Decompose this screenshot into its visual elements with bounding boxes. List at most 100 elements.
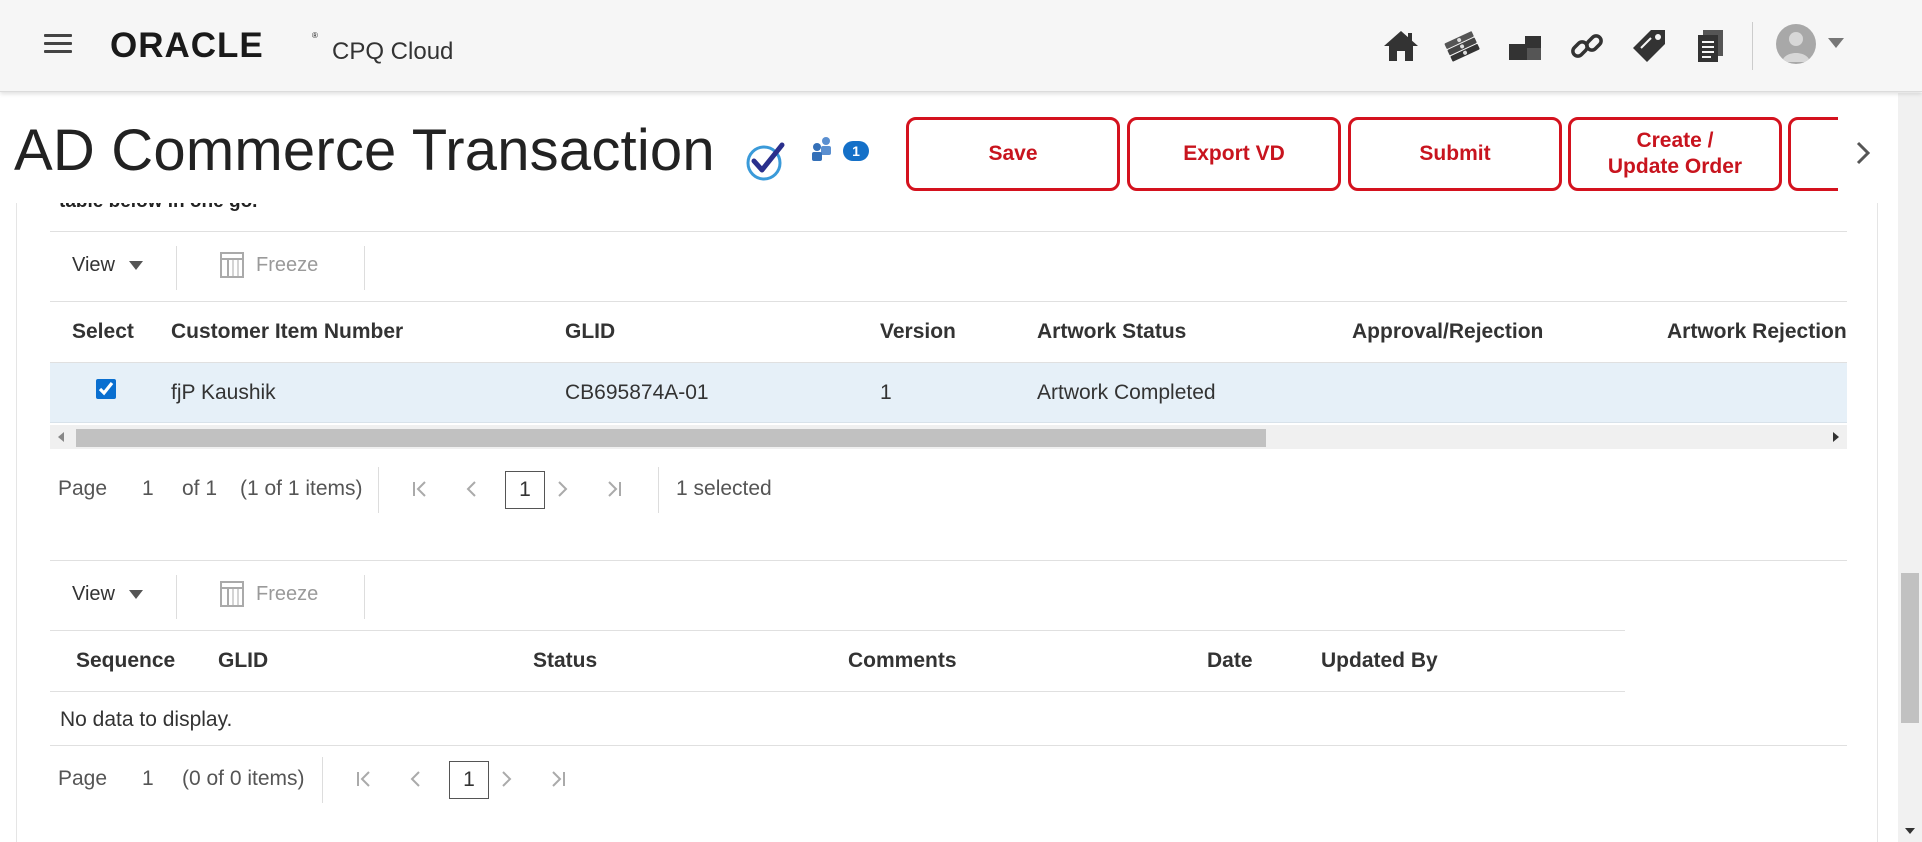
page-title: AD Commerce Transaction <box>14 118 715 183</box>
overflow-action-button-clip <box>1788 117 1838 191</box>
column-header-version[interactable]: Version <box>880 320 956 344</box>
column-header-glid[interactable]: GLID <box>218 649 268 673</box>
toolbar-divider <box>364 575 365 619</box>
table2-freeze-button[interactable]: Freeze <box>220 581 318 607</box>
table1-horizontal-scrollbar[interactable] <box>50 425 1847 449</box>
freeze-label: Freeze <box>256 582 319 605</box>
selected-count-label: 1 selected <box>676 477 772 500</box>
more-action-button[interactable] <box>1788 117 1838 191</box>
create-update-order-button[interactable]: Create / Update Order <box>1568 117 1782 191</box>
topbar-divider <box>1752 22 1753 70</box>
page-total-label: of 1 <box>182 477 218 500</box>
no-data-message: No data to display. <box>60 708 233 731</box>
table2-empty-row: No data to display. <box>50 692 1847 746</box>
table1-view-menu[interactable]: View <box>72 254 143 277</box>
pager-divider <box>322 757 323 803</box>
page-label: Page <box>58 477 108 500</box>
chevron-down-icon <box>129 590 143 599</box>
create-update-order-label-line1: Create / <box>1636 129 1714 152</box>
table1-toolbar: View Freeze <box>50 231 1847 301</box>
chevron-down-icon <box>129 261 143 270</box>
documents-icon[interactable] <box>1680 24 1742 68</box>
money-icon[interactable] <box>1432 24 1494 68</box>
toolbar-divider <box>176 246 177 290</box>
hamburger-menu-icon[interactable] <box>44 34 72 56</box>
column-header-artwork-rejection[interactable]: Artwork Rejection <box>1667 320 1847 344</box>
svg-text:ORACLE: ORACLE <box>110 28 264 62</box>
table2-header: Sequence GLID Status Comments Date Updat… <box>50 630 1625 692</box>
table-row[interactable]: fjP Kaushik CB695874A-01 1 Artwork Compl… <box>50 363 1847 423</box>
table2-view-menu[interactable]: View <box>72 583 143 606</box>
column-header-status[interactable]: Status <box>533 649 597 673</box>
pager-divider <box>378 467 379 513</box>
price-tag-icon[interactable] <box>1618 24 1680 68</box>
last-page-icon[interactable] <box>546 765 570 793</box>
top-nav-icons <box>1370 24 1742 68</box>
page-header: AD Commerce Transaction 1 Save Export VD… <box>0 93 1898 203</box>
toolbar-divider <box>364 246 365 290</box>
view-label: View <box>72 583 115 605</box>
notification-count-badge[interactable]: 1 <box>843 141 869 161</box>
top-bar: ORACLE ® CPQ Cloud <box>0 0 1922 92</box>
oracle-logo[interactable]: ORACLE ® <box>110 28 320 62</box>
view-label: View <box>72 254 115 276</box>
cell-artwork-status: Artwork Completed <box>1037 381 1216 404</box>
checkmark-status-icon <box>746 142 785 181</box>
last-page-icon[interactable] <box>602 475 626 503</box>
previous-page-icon[interactable] <box>460 475 484 503</box>
freeze-columns-icon <box>220 252 244 278</box>
export-vd-button[interactable]: Export VD <box>1127 117 1341 191</box>
table1-header: Select Customer Item Number GLID Version… <box>50 301 1847 363</box>
column-header-sequence[interactable]: Sequence <box>76 649 175 673</box>
table1-pager: Page 1 of 1 (1 of 1 items) 1 1 selected <box>50 461 1847 517</box>
items-count-label: (1 of 1 items) <box>240 477 363 500</box>
link-icon[interactable] <box>1556 24 1618 68</box>
scrollbar-thumb[interactable] <box>1901 573 1919 723</box>
boxes-icon[interactable] <box>1494 24 1556 68</box>
product-name: CPQ Cloud <box>332 38 454 65</box>
svg-text:®: ® <box>312 31 318 40</box>
chevron-right-icon[interactable] <box>1852 135 1876 171</box>
column-header-customer-item-number[interactable]: Customer Item Number <box>171 320 403 344</box>
cell-version: 1 <box>880 381 892 404</box>
page-number-input[interactable]: 1 <box>142 477 154 501</box>
main-content: table below in one go. View Freeze Selec… <box>16 203 1878 842</box>
first-page-icon[interactable] <box>408 475 432 503</box>
next-page-icon[interactable] <box>550 475 574 503</box>
save-button[interactable]: Save <box>906 117 1120 191</box>
next-page-icon[interactable] <box>494 765 518 793</box>
page-number-input[interactable]: 1 <box>142 767 154 791</box>
items-count-label: (0 of 0 items) <box>182 767 305 790</box>
first-page-icon[interactable] <box>352 765 376 793</box>
create-update-order-label-line2: Update Order <box>1607 155 1743 178</box>
column-header-comments[interactable]: Comments <box>848 649 957 673</box>
current-page-box[interactable]: 1 <box>449 761 489 799</box>
scrollbar-thumb[interactable] <box>76 429 1266 447</box>
section-description: table below in one go. <box>59 203 257 213</box>
toolbar-divider <box>176 575 177 619</box>
table1-freeze-button[interactable]: Freeze <box>220 252 318 278</box>
table2-toolbar: View Freeze <box>50 560 1847 630</box>
column-header-date[interactable]: Date <box>1207 649 1253 673</box>
home-icon[interactable] <box>1370 24 1432 68</box>
freeze-columns-icon <box>220 581 244 607</box>
user-avatar-icon[interactable] <box>1776 24 1816 64</box>
current-page-box[interactable]: 1 <box>505 471 545 509</box>
user-menu-chevron-down-icon[interactable] <box>1828 38 1844 48</box>
page-vertical-scrollbar[interactable] <box>1898 93 1922 842</box>
column-header-glid[interactable]: GLID <box>565 320 615 344</box>
column-header-updated-by[interactable]: Updated By <box>1321 649 1438 673</box>
scroll-left-icon[interactable] <box>58 432 64 442</box>
row-select-checkbox[interactable] <box>96 379 116 399</box>
scroll-down-icon[interactable] <box>1905 828 1915 834</box>
table2-pager: Page 1 (0 of 0 items) 1 <box>50 751 1847 807</box>
submit-button[interactable]: Submit <box>1348 117 1562 191</box>
cell-glid: CB695874A-01 <box>565 381 709 404</box>
cell-customer-item-number: fjP Kaushik <box>171 381 276 404</box>
column-header-artwork-status[interactable]: Artwork Status <box>1037 320 1186 344</box>
scroll-right-icon[interactable] <box>1833 432 1839 442</box>
column-header-approval-rejection[interactable]: Approval/Rejection <box>1352 320 1543 344</box>
previous-page-icon[interactable] <box>404 765 428 793</box>
collaborators-icon[interactable] <box>808 135 836 163</box>
column-header-select[interactable]: Select <box>72 320 134 344</box>
